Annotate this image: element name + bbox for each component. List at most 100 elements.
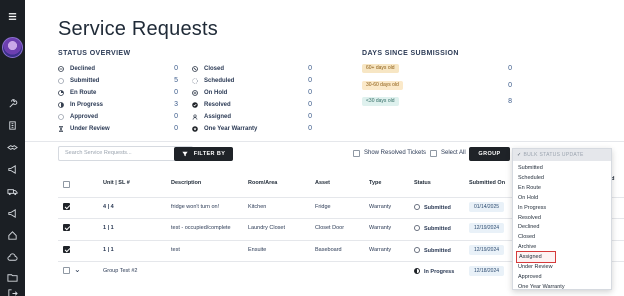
status-label: Under Review [70,126,110,132]
status-count: 0 [174,125,178,132]
handshake-icon[interactable] [0,138,25,156]
avatar[interactable] [2,37,23,58]
check-icon: ✓ [517,152,522,158]
group-button[interactable]: GROUP [469,147,510,161]
bulk-status-option[interactable]: Under Review [518,262,553,272]
in-progress-icon [58,102,64,108]
submitted-date: 01/14/2025 [469,202,505,212]
header-checkbox[interactable] [63,181,70,188]
assigned-icon [192,114,198,120]
bulk-status-option[interactable]: One Year Warranty [518,282,565,292]
bulk-status-option[interactable]: Approved [518,272,542,282]
search-placeholder: Search Service Requests... [65,150,132,156]
filter-by-button[interactable]: FILTER BY [174,147,233,161]
resolved-icon [192,102,198,108]
status-overview-heading: STATUS OVERVIEW [58,50,131,57]
status-label: One Year Warranty [204,126,258,132]
bulk-status-option[interactable]: Archive [518,242,536,252]
signout-icon[interactable] [0,284,25,296]
col-submitted-on[interactable]: Submitted On [469,180,505,186]
bulk-status-option[interactable]: In Progress [518,203,546,213]
cell-type: Warranty [369,225,392,231]
days-badge: 60+ days old [362,64,399,73]
bulk-status-option[interactable]: Declined [518,222,539,232]
cell-room: Ensuite [248,247,267,253]
col-description[interactable]: Description [171,180,201,186]
cell-description: test [171,247,180,253]
status-text: In Progress [424,269,455,275]
bulk-status-placeholder: BULK STATUS UPDATE [523,152,584,158]
days-badge: 30-60 days old [362,80,403,90]
en-route-icon [58,90,64,96]
col-room[interactable]: Room/Area [248,180,277,186]
row-checkbox[interactable] [63,267,70,274]
megaphone-icon[interactable] [0,204,25,222]
submitted-icon [414,204,420,210]
row-checkbox[interactable] [63,203,70,210]
col-type[interactable]: Type [369,180,381,186]
submitted-icon [414,225,420,231]
col-status[interactable]: Status [414,180,431,186]
show-resolved-checkbox[interactable] [353,150,360,157]
status-overview-item[interactable]: Assigned [192,112,231,122]
status-count: 0 [174,89,178,96]
bulk-status-option[interactable]: Closed [518,232,535,242]
status-overview-item[interactable]: One Year Warranty [192,124,257,134]
bulk-status-option[interactable]: On Hold [518,193,538,203]
status-overview-item[interactable]: Submitted [58,76,99,86]
truck-icon[interactable] [0,182,25,200]
menu-icon[interactable] [0,7,25,25]
status-label: En Route [70,90,97,96]
chevron-down-icon[interactable]: ⌄ [74,265,81,274]
cloud-icon[interactable] [0,248,25,266]
bulk-status-dropdown[interactable]: ✓ BULK STATUS UPDATE Submitted Scheduled En… [512,148,612,290]
page-title: Service Requests [58,18,218,40]
warranty-icon [192,126,198,132]
status-overview-item[interactable]: On Hold [192,88,227,98]
status-label: In Progress [70,102,104,108]
status-overview-item[interactable]: Scheduled [192,76,234,86]
cell-unit: Group Test #2 [103,268,138,274]
cell-status: Submitted [414,247,451,254]
bulk-status-option[interactable]: Assigned [516,251,556,264]
status-overview-item[interactable]: En Route [58,88,96,98]
bulk-status-option[interactable]: Resolved [518,213,541,223]
row-checkbox[interactable] [63,246,70,253]
status-overview-item[interactable]: Under Review [58,124,110,134]
status-overview-item[interactable]: Approved [58,112,98,122]
bulk-status-option[interactable]: En Route [518,183,541,193]
cell-unit: 4 | 4 [103,204,114,210]
status-label: On Hold [204,90,228,96]
declined-icon [58,66,64,72]
col-asset[interactable]: Asset [315,180,330,186]
status-text: Submitted [424,205,451,211]
bulk-status-option[interactable]: Submitted [518,163,543,173]
bulk-status-option[interactable]: Scheduled [518,173,544,183]
status-count: 0 [308,125,312,132]
cell-room: Kitchen [248,204,267,210]
col-unit[interactable]: Unit | SL # [103,180,130,186]
status-overview-item[interactable]: Closed [192,64,224,74]
search-input[interactable]: Search Service Requests... [58,146,193,161]
bulk-status-select[interactable]: ✓ BULK STATUS UPDATE [513,149,611,161]
submitted-date: 12/18/2024 [469,266,505,276]
status-label: Scheduled [204,78,235,84]
building-icon[interactable] [0,116,25,134]
status-count: 0 [308,89,312,96]
status-count: 0 [308,77,312,84]
wrench-icon[interactable] [0,94,25,112]
days-badge: <30 days old [362,97,399,106]
select-all-checkbox[interactable] [430,150,437,157]
status-label: Closed [204,66,225,72]
cell-asset: Baseboard [315,247,342,253]
closed-icon [192,66,198,72]
status-overview-item[interactable]: In Progress [58,100,103,110]
row-checkbox[interactable] [63,224,70,231]
status-count: 0 [308,113,312,120]
home-icon[interactable] [0,226,25,244]
days-count: 0 [508,65,512,72]
status-overview-item[interactable]: Resolved [192,100,231,110]
select-all-label: Select All [441,150,466,156]
status-overview-item[interactable]: Declined [58,64,95,74]
megaphone-icon[interactable] [0,160,25,178]
